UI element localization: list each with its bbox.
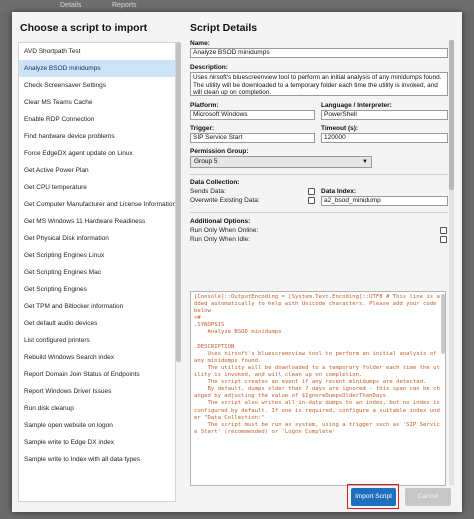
script-list-item[interactable]: Get Scripting Engines [19,281,175,298]
background-tab-details: Details [60,2,82,9]
overwrite-label: Overwrite Existing Data: [190,197,260,204]
permission-select[interactable]: Group 5 ▼ [190,156,372,168]
script-list-item[interactable]: Get Scripting Engines Mac [19,264,175,281]
section-divider [190,174,448,175]
overwrite-checkbox[interactable] [308,197,315,204]
script-list-item[interactable]: Check Screensaver Settings [19,77,175,94]
background-left-strip [0,12,12,519]
script-list-item[interactable]: Report Domain Join Status of Endpoints [19,366,175,383]
script-list-item[interactable]: Report Windows Driver Issues [19,383,175,400]
data-index-field[interactable]: a2_bsod_minidump [321,196,448,206]
language-label: Language / Interpreter: [321,102,392,109]
background-right-strip [462,12,474,519]
background-bottom-strip [0,512,474,519]
script-list-item[interactable]: Sample write to Edge DX index [19,434,175,451]
idle-checkbox[interactable] [440,236,447,243]
data-collection-label: Data Collection: [190,179,240,186]
script-chooser-panel: Choose a script to import AVD Shortpath … [12,12,183,512]
script-list-item[interactable]: Rebuild Windows Search index [19,349,175,366]
script-list-item[interactable]: Get CPU temperature [19,179,175,196]
name-field[interactable]: Analyze BSOD minidumps [190,48,448,58]
description-label: Description: [190,64,228,71]
script-list[interactable]: AVD Shortpath Test Analyze BSOD minidumps… [18,42,176,502]
timeout-field[interactable]: 120000 [321,133,448,143]
script-list-item[interactable]: Get Physical Disk information [19,230,175,247]
code-editor[interactable]: [Console]::OutputEncoding = [System.Text… [190,291,446,486]
script-list-item[interactable]: Get default audio devices [19,315,175,332]
details-scrollbar-thumb[interactable] [449,40,454,190]
background-app-header: Details Reports [0,0,474,12]
script-list-item[interactable]: Sample open website on logon [19,417,175,434]
trigger-field[interactable]: SIP Service Start [190,133,315,143]
online-checkbox[interactable] [440,227,447,234]
script-list-item[interactable]: Clear MS Teams Cache [19,94,175,111]
script-list-item[interactable]: Sample write to Index with all data type… [19,451,175,468]
script-list-item[interactable]: Get TPM and Bitlocker information [19,298,175,315]
import-script-dialog: Choose a script to import AVD Shortpath … [12,12,462,512]
script-list-item[interactable]: Get Computer Manufacturer and License In… [19,196,175,213]
section-divider [190,212,448,213]
background-tab-reports: Reports [112,2,137,9]
import-script-button[interactable]: Import Script [351,488,396,506]
script-list-item[interactable]: Run disk cleanup [19,400,175,417]
platform-label: Platform: [190,102,219,109]
additional-options-label: Additional Options: [190,218,251,225]
script-list-item[interactable]: Enable RDP Connection [19,111,175,128]
name-label: Name: [190,40,210,47]
chooser-title: Choose a script to import [20,22,148,34]
script-list-item[interactable]: Force EdgeDX agent update on Linux [19,145,175,162]
script-list-item[interactable]: Get Scripting Engines Linux [19,247,175,264]
script-list-item[interactable]: Get MS Windows 11 Hardware Readiness [19,213,175,230]
sends-data-label: Sends Data: [190,188,226,195]
code-editor-scrollbar[interactable] [441,294,445,354]
script-list-scrollbar[interactable] [176,42,181,362]
sends-data-checkbox[interactable] [308,188,315,195]
timeout-label: Timeout (s): [321,125,359,132]
script-list-item[interactable]: Get Active Power Plan [19,162,175,179]
platform-field[interactable]: Microsoft Windows [190,110,315,120]
trigger-label: Trigger: [190,125,215,132]
script-list-item[interactable]: Find hardware device problems [19,128,175,145]
cancel-button[interactable]: Cancel [405,488,451,506]
script-list-item[interactable]: Analyze BSOD minidumps [19,60,175,77]
data-index-label: Data Index: [321,188,357,195]
description-field[interactable]: Uses nirsoft's bluescreenview tool to pe… [190,72,448,96]
idle-label: Run Only When Idle: [190,236,250,243]
script-details-panel: Script Details Name: Analyze BSOD minidu… [187,12,462,512]
details-title: Script Details [190,22,258,34]
permission-label: Permission Group: [190,148,249,155]
script-list-item[interactable]: List configured printers [19,332,175,349]
language-field[interactable]: PowerShell [321,110,448,120]
online-label: Run Only When Online: [190,227,259,234]
code-content: [Console]::OutputEncoding = [System.Text… [194,294,440,435]
permission-select-value: Group 5 [194,158,218,165]
chevron-down-icon: ▼ [362,159,368,165]
script-list-item[interactable]: AVD Shortpath Test [19,43,175,60]
